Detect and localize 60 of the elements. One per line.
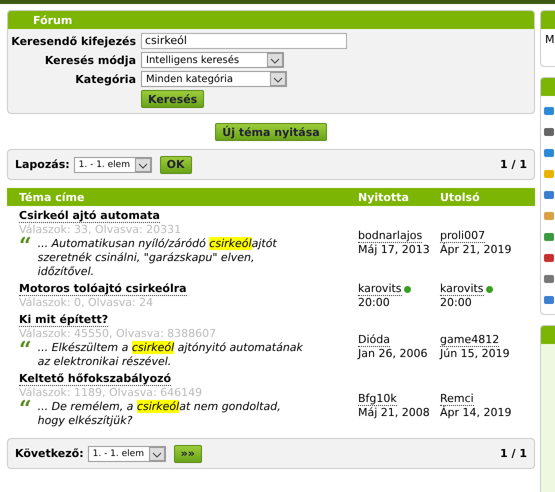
dropdown[interactable]: Intelligens keresés bbox=[141, 52, 284, 68]
topic-stats: Válaszok: 33, Olvasva: 20331 bbox=[19, 223, 182, 236]
field-label: Kategória bbox=[74, 72, 136, 86]
user-link[interactable]: bodnarlajos bbox=[358, 229, 422, 243]
column-header: Téma címe bbox=[18, 190, 86, 204]
pager-label: Lapozás: bbox=[15, 158, 70, 171]
post-date: Máj 21, 2008 bbox=[358, 406, 431, 419]
topic-link[interactable]: Keltető hőfokszabályozó bbox=[19, 372, 172, 386]
user-link[interactable]: Dióda bbox=[358, 333, 390, 347]
topic-link[interactable]: Ki mit épített? bbox=[19, 313, 108, 327]
excerpt-text: ... De remélem, a csirkeólat nem gondoltad, hogy elkészítjük? bbox=[38, 400, 282, 428]
quote-mark: “ bbox=[19, 400, 32, 414]
page-dropdown[interactable]: 1. - 1. elem bbox=[74, 156, 152, 172]
post-date: Ápr 21, 2019 bbox=[440, 243, 513, 256]
caret-icon bbox=[267, 53, 283, 67]
post-date: Ápr 14, 2019 bbox=[440, 406, 513, 419]
quote-mark: “ bbox=[19, 237, 32, 251]
topic-stats: Válaszok: 1189, Olvasva: 646149 bbox=[19, 386, 204, 400]
column-header: Utolsó bbox=[440, 190, 481, 204]
panel-header bbox=[541, 326, 555, 344]
topic-stats: Válaszok: 45550, Olvasva: 8388607 bbox=[19, 327, 218, 340]
new-topic-button[interactable]: Új téma nyitása bbox=[215, 123, 327, 141]
pager-label: Következő: bbox=[15, 447, 84, 460]
excerpt-text: ... Elkészültem a csirkeól ajtónyitó automatának az elektronikai részével. bbox=[38, 341, 304, 369]
panel-header bbox=[541, 11, 555, 29]
page-count: 1 / 1 bbox=[500, 158, 527, 171]
column-header: Nyitotta bbox=[358, 190, 410, 204]
user-link[interactable]: Bfg10k bbox=[358, 392, 397, 406]
user-link[interactable]: Remci bbox=[440, 392, 474, 406]
online-status-icon bbox=[486, 286, 493, 292]
dropdown[interactable]: Minden kategória bbox=[141, 71, 287, 87]
excerpt-text: ... Automatikusan nyíló/záródó csirkeólajtót szeretnék csinálni, "garázskapu" elven, időzítővel. bbox=[38, 237, 278, 279]
post-date: Jan 26, 2006 bbox=[358, 347, 428, 360]
page-count: 1 / 1 bbox=[500, 447, 527, 460]
post-date: 20:00 bbox=[440, 296, 473, 309]
caret-icon bbox=[134, 158, 151, 172]
user-link[interactable]: proli007 bbox=[440, 229, 486, 243]
field-label: Keresendő kifejezés bbox=[10, 34, 136, 48]
field-label: Keresés módja bbox=[44, 54, 136, 66]
topic-stats: Válaszok: 0, Olvasva: 24 bbox=[19, 296, 154, 310]
topic-link[interactable]: Motoros tolóajtó csirkeólra bbox=[19, 282, 187, 296]
search-field[interactable]: csirkeól bbox=[141, 33, 347, 49]
user-link[interactable]: game4812 bbox=[440, 333, 500, 347]
post-date: 20:00 bbox=[358, 296, 391, 309]
panel-header bbox=[541, 78, 555, 96]
user-link[interactable]: karovits bbox=[440, 282, 484, 296]
sidebar-text: M bbox=[544, 32, 554, 48]
user-link[interactable]: karovits bbox=[358, 282, 402, 296]
topic-link[interactable]: Csirkeól ajtó automata bbox=[19, 209, 160, 223]
quote-mark: “ bbox=[19, 341, 32, 355]
search-button[interactable]: Keresés bbox=[141, 90, 204, 108]
page-dropdown[interactable]: 1. - 1. elem bbox=[88, 446, 166, 462]
ok-button[interactable]: OK bbox=[160, 156, 192, 174]
caret-icon bbox=[270, 72, 286, 86]
caret-icon bbox=[148, 446, 165, 460]
panel-title: Fórum bbox=[33, 14, 72, 26]
post-date: Máj 17, 2013 bbox=[358, 243, 431, 256]
online-status-icon bbox=[404, 286, 411, 292]
post-date: Jún 15, 2019 bbox=[440, 347, 511, 360]
next-button[interactable]: »» bbox=[174, 444, 202, 462]
